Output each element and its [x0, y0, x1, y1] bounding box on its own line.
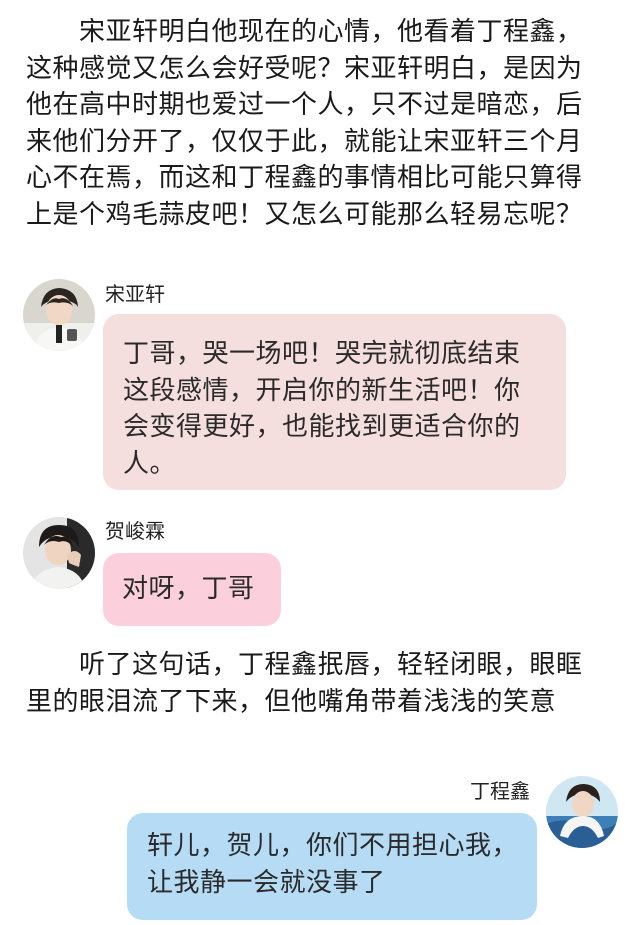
sender-name: 宋亚轩 [105, 282, 165, 306]
avatar-he-junlin[interactable] [23, 517, 95, 589]
narration-paragraph: 宋亚轩明白他现在的心情，他看着丁程鑫，这种感觉又怎么会好受呢？宋亚轩明白，是因为… [26, 17, 583, 230]
avatar-photo [23, 279, 95, 351]
message-bubble[interactable]: 丁哥，哭一场吧！哭完就彻底结束这段感情，开启你的新生活吧！你会变得更好，也能找到… [103, 314, 566, 490]
message-bubble[interactable]: 对呀，丁哥 [103, 553, 281, 626]
narration-paragraph: 听了这句话，丁程鑫抿唇，轻轻闭眼，眼眶里的眼泪流了下来，但他嘴角带着浅浅的笑意 [26, 650, 583, 717]
avatar-photo [23, 517, 95, 589]
message-bubble[interactable]: 轩儿，贺儿，你们不用担心我，让我静一会就没事了 [127, 813, 537, 920]
sender-name: 丁程鑫 [470, 779, 530, 803]
avatar-ding-chengxin[interactable] [546, 776, 618, 848]
avatar-photo [546, 776, 618, 848]
sender-name: 贺峻霖 [105, 519, 165, 543]
avatar-song-yaxuan[interactable] [23, 279, 95, 351]
